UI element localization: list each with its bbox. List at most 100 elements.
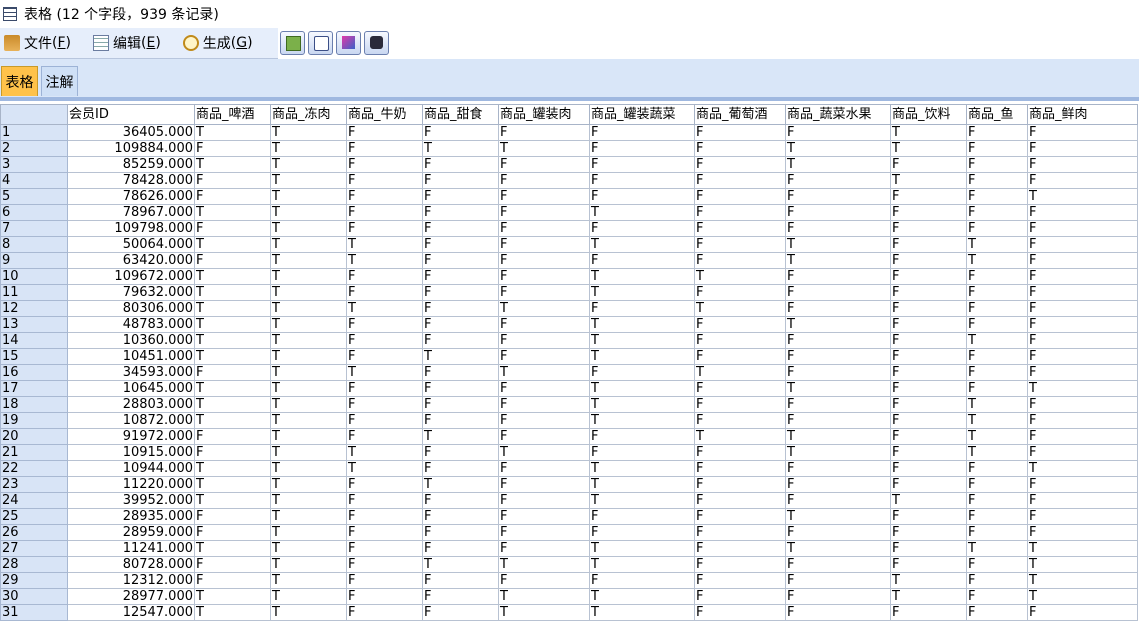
table-cell[interactable]: F	[890, 300, 967, 317]
member-id-cell[interactable]: 78626.000	[67, 188, 195, 205]
table-cell[interactable]: F	[890, 284, 967, 301]
table-cell[interactable]: F	[890, 380, 967, 397]
table-cell[interactable]: F	[422, 172, 499, 189]
table-cell[interactable]: F	[1027, 412, 1138, 429]
table-cell[interactable]: T	[966, 236, 1028, 253]
column-header[interactable]: 商品_罐装蔬菜	[589, 104, 695, 125]
member-id-cell[interactable]: 48783.000	[67, 316, 195, 333]
table-cell[interactable]: F	[966, 268, 1028, 285]
table-cell[interactable]: F	[346, 140, 423, 157]
table-cell[interactable]: F	[422, 156, 499, 173]
row-number[interactable]: 25	[0, 508, 68, 525]
row-number[interactable]: 7	[0, 220, 68, 237]
table-row[interactable]: 12 80306.000 T T T F T F T F F F F	[0, 300, 1138, 317]
table-row[interactable]: 5 78626.000 F T F F F F F F F F T	[0, 188, 1138, 205]
member-id-cell[interactable]: 28935.000	[67, 508, 195, 525]
table-cell[interactable]: F	[694, 556, 786, 573]
row-number[interactable]: 4	[0, 172, 68, 189]
table-cell[interactable]: T	[270, 588, 347, 605]
member-id-cell[interactable]: 85259.000	[67, 156, 195, 173]
table-cell[interactable]: F	[694, 236, 786, 253]
table-cell[interactable]: F	[966, 380, 1028, 397]
table-cell[interactable]: F	[966, 348, 1028, 365]
table-cell[interactable]: F	[890, 412, 967, 429]
column-header[interactable]: 商品_葡萄酒	[694, 104, 786, 125]
table-cell[interactable]: F	[1027, 204, 1138, 221]
table-cell[interactable]: F	[694, 508, 786, 525]
table-cell[interactable]: F	[498, 204, 590, 221]
table-cell[interactable]: F	[498, 220, 590, 237]
table-cell[interactable]: T	[270, 444, 347, 461]
table-cell[interactable]: F	[346, 284, 423, 301]
table-cell[interactable]: F	[890, 396, 967, 413]
member-id-cell[interactable]: 10944.000	[67, 460, 195, 477]
column-header[interactable]: 商品_罐装肉	[498, 104, 590, 125]
table-cell[interactable]: F	[498, 316, 590, 333]
member-id-cell[interactable]: 36405.000	[67, 124, 195, 141]
table-cell[interactable]: F	[346, 188, 423, 205]
table-cell[interactable]: T	[589, 268, 695, 285]
table-cell[interactable]: T	[270, 380, 347, 397]
table-cell[interactable]: T	[194, 412, 271, 429]
table-cell[interactable]: F	[346, 556, 423, 573]
table-cell[interactable]: T	[270, 364, 347, 381]
table-cell[interactable]: F	[1027, 364, 1138, 381]
table-cell[interactable]: T	[270, 428, 347, 445]
table-cell[interactable]: F	[422, 380, 499, 397]
table-cell[interactable]: F	[694, 444, 786, 461]
table-cell[interactable]: T	[194, 348, 271, 365]
table-cell[interactable]: F	[694, 412, 786, 429]
row-number[interactable]: 11	[0, 284, 68, 301]
table-cell[interactable]: F	[1027, 284, 1138, 301]
table-cell[interactable]: T	[589, 412, 695, 429]
find-button[interactable]	[364, 31, 389, 55]
table-cell[interactable]: F	[346, 204, 423, 221]
row-number[interactable]: 5	[0, 188, 68, 205]
table-cell[interactable]: T	[270, 412, 347, 429]
column-header[interactable]: 商品_啤酒	[194, 104, 271, 125]
table-cell[interactable]: F	[1027, 508, 1138, 525]
table-cell[interactable]: F	[498, 188, 590, 205]
table-cell[interactable]: F	[1027, 252, 1138, 269]
table-cell[interactable]: F	[1027, 236, 1138, 253]
table-cell[interactable]: F	[346, 540, 423, 557]
table-cell[interactable]: F	[346, 396, 423, 413]
table-cell[interactable]: F	[966, 284, 1028, 301]
table-cell[interactable]: T	[890, 124, 967, 141]
table-cell[interactable]: T	[966, 444, 1028, 461]
table-cell[interactable]: T	[270, 476, 347, 493]
table-cell[interactable]: T	[346, 236, 423, 253]
table-cell[interactable]: F	[1027, 300, 1138, 317]
table-cell[interactable]: T	[346, 460, 423, 477]
table-cell[interactable]: F	[1027, 172, 1138, 189]
row-number[interactable]: 20	[0, 428, 68, 445]
table-cell[interactable]: T	[270, 316, 347, 333]
table-cell[interactable]: F	[589, 252, 695, 269]
member-id-cell[interactable]: 28977.000	[67, 588, 195, 605]
table-cell[interactable]: T	[1027, 460, 1138, 477]
table-cell[interactable]: F	[694, 460, 786, 477]
table-cell[interactable]: F	[346, 588, 423, 605]
table-cell[interactable]: F	[589, 220, 695, 237]
table-cell[interactable]: F	[498, 124, 590, 141]
table-cell[interactable]: F	[694, 220, 786, 237]
table-cell[interactable]: F	[1027, 476, 1138, 493]
table-cell[interactable]: F	[589, 524, 695, 541]
column-header[interactable]: 商品_蔬菜水果	[785, 104, 891, 125]
table-cell[interactable]: F	[785, 572, 891, 589]
table-cell[interactable]: F	[785, 396, 891, 413]
table-cell[interactable]: T	[194, 316, 271, 333]
table-cell[interactable]: F	[694, 172, 786, 189]
column-header[interactable]: 商品_牛奶	[346, 104, 423, 125]
table-cell[interactable]: F	[785, 124, 891, 141]
table-row[interactable]: 14 10360.000 T T F F F T F F F T F	[0, 332, 1138, 349]
table-cell[interactable]: T	[785, 156, 891, 173]
row-number[interactable]: 2	[0, 140, 68, 157]
table-cell[interactable]: F	[785, 604, 891, 621]
table-cell[interactable]: F	[1027, 316, 1138, 333]
table-cell[interactable]: T	[270, 492, 347, 509]
table-cell[interactable]: F	[694, 284, 786, 301]
table-cell[interactable]: T	[270, 204, 347, 221]
table-cell[interactable]: F	[785, 364, 891, 381]
table-cell[interactable]: T	[194, 460, 271, 477]
